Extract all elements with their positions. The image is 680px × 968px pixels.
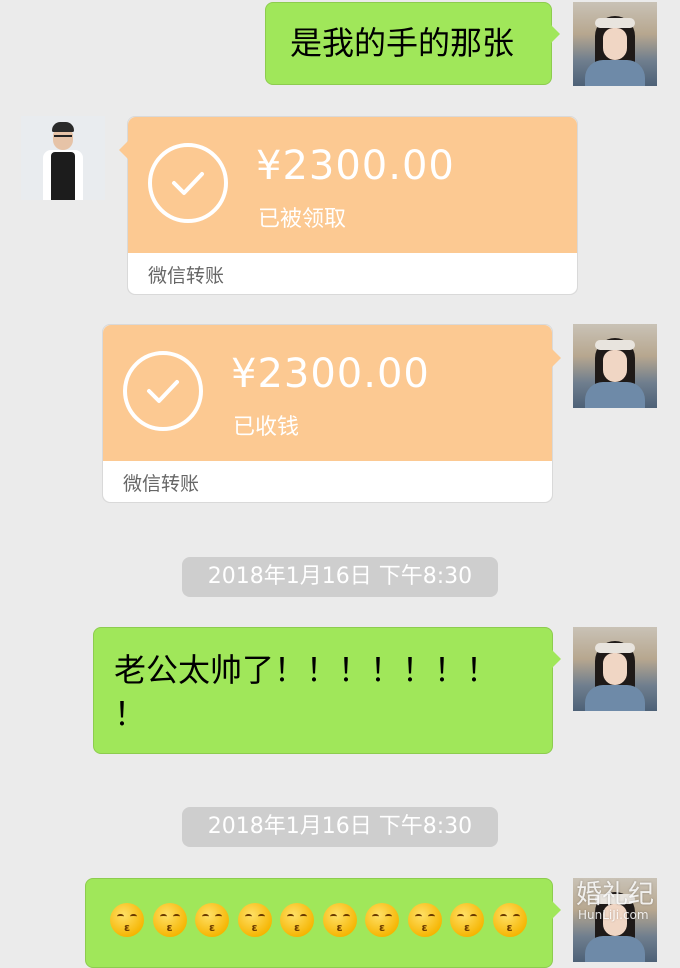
emoji-row: εεεεεεεεεε xyxy=(110,903,535,937)
kissing-face-emoji: ε xyxy=(450,903,484,937)
check-circle-icon xyxy=(148,143,228,223)
timestamp-pill: 2018年1月16日 下午8:30 xyxy=(182,557,498,597)
kissing-face-emoji: ε xyxy=(365,903,399,937)
message-bubble-outgoing[interactable]: 是我的手的那张 xyxy=(265,2,560,85)
message-text-line: 老公太帅了！！！！！！！ xyxy=(114,651,499,689)
transfer-amount: ¥2300.00 xyxy=(231,351,430,397)
watermark-url: HunLiJi.com xyxy=(578,908,649,922)
avatar-self[interactable] xyxy=(573,324,657,408)
avatar-self[interactable] xyxy=(573,2,657,86)
message-text-line: ！ xyxy=(114,695,147,733)
transfer-status: 已收钱 xyxy=(233,415,300,440)
transfer-label: 微信转账 xyxy=(148,265,225,287)
watermark-logo: 婚礼纪 xyxy=(576,880,655,910)
avatar-contact[interactable] xyxy=(21,116,105,200)
transfer-card-received[interactable]: ¥2300.00 已被领取 微信转账 xyxy=(119,116,578,295)
transfer-status: 已被领取 xyxy=(258,207,347,232)
transfer-label: 微信转账 xyxy=(123,473,200,495)
kissing-face-emoji: ε xyxy=(492,903,527,937)
kissing-face-emoji: ε xyxy=(280,903,314,937)
kissing-face-emoji: ε xyxy=(322,903,357,937)
transfer-card-collected[interactable]: ¥2300.00 已收钱 微信转账 xyxy=(102,324,561,503)
message-bubble-outgoing[interactable]: εεεεεεεεεε xyxy=(85,878,561,968)
avatar-self[interactable] xyxy=(573,627,657,711)
message-text: 是我的手的那张 xyxy=(290,24,515,62)
message-bubble-outgoing[interactable]: 老公太帅了！！！！！！！ ！ xyxy=(93,627,561,754)
kissing-face-emoji: ε xyxy=(152,903,187,937)
kissing-face-emoji: ε xyxy=(195,903,229,937)
transfer-amount: ¥2300.00 xyxy=(256,143,455,189)
kissing-face-emoji: ε xyxy=(110,903,144,937)
check-circle-icon xyxy=(123,351,203,431)
kissing-face-emoji: ε xyxy=(237,903,272,937)
timestamp-pill: 2018年1月16日 下午8:30 xyxy=(182,807,498,847)
kissing-face-emoji: ε xyxy=(407,903,442,937)
